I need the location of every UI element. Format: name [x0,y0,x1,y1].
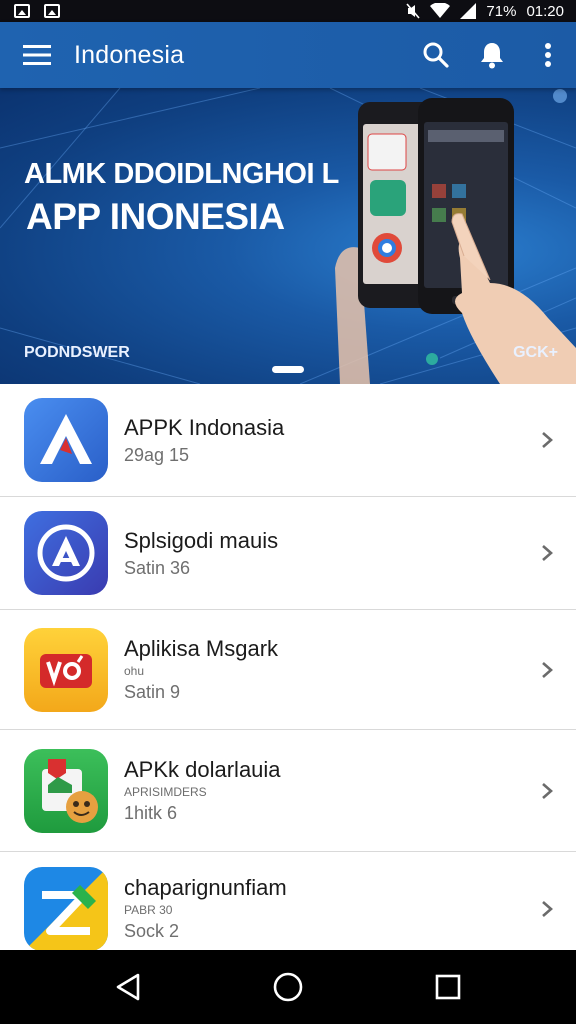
bell-icon [481,43,503,69]
chevron-right-icon [542,782,553,799]
app-subtitle: ohu [124,664,145,678]
list-item[interactable]: Splsigodi mauis Satin 36 [0,497,576,610]
list-item[interactable]: APPK Indonasia 29ag 15 [0,384,576,497]
carousel-indicator[interactable] [272,366,304,373]
mute-icon [406,3,421,19]
app-name: APKk dolarlauia [124,757,281,782]
app-name: Aplikisa Msgark [124,636,279,661]
app-info: Splsigodi mauis Satin 36 [124,497,278,609]
notifications-button[interactable] [464,22,520,88]
list-item[interactable]: APKk dolarlauia APRISIMDERS 1hitk 6 [0,730,576,852]
app-meta: 1hitk 6 [124,803,178,823]
search-button[interactable] [408,22,464,88]
promo-banner[interactable]: ALMK DDOIDLNGHOI L APP INONESIA PODNDSWE… [0,88,576,384]
menu-icon [23,45,51,65]
chevron-right-icon [542,661,553,678]
home-icon [273,972,303,1002]
app-info: APPK Indonasia 29ag 15 [124,384,284,496]
banner-footer-left: PODNDSWER [24,344,130,361]
navigation-bar [0,950,576,1024]
wifi-icon [430,3,451,18]
more-vert-icon [545,43,551,67]
recents-button[interactable] [418,957,478,1017]
banner-footer-right: GCK+ [513,344,558,361]
banner-title-line1: ALMK DDOIDLNGHOI L [24,158,339,190]
circle-a-icon [24,511,108,595]
app-list: APPK Indonasia 29ag 15 Splsigodi mauis S… [0,384,576,950]
app-info: Aplikisa Msgark ohu Satin 9 [124,610,278,729]
status-left [14,4,60,18]
banner-title-line2: APP INONESIA [26,196,285,237]
home-button[interactable] [258,957,318,1017]
menu-button[interactable] [0,22,74,88]
search-icon [423,42,449,68]
list-item[interactable]: Aplikisa Msgark ohu Satin 9 [0,610,576,730]
clock-text: 01:20 [526,2,564,20]
more-button[interactable] [520,22,576,88]
app-title: Indonesia [74,40,185,69]
app-bar: Indonesia [0,22,576,88]
list-item[interactable]: chaparignunfiam PABR 30 Sock 2 [0,852,576,950]
chevron-right-icon [542,900,553,917]
app-info: APKk dolarlauia APRISIMDERS 1hitk 6 [124,730,281,851]
colorful-z-icon [24,866,108,950]
status-bar: 71% 01:20 [0,0,576,22]
chevron-right-icon [542,432,553,448]
battery-text: 71% [486,2,517,20]
app-info: chaparignunfiam PABR 30 Sock 2 [124,852,287,950]
app-meta: Satin 9 [124,682,181,702]
app-meta: Satin 36 [124,557,191,578]
red-a-icon [24,398,108,482]
vo-icon [24,627,108,712]
app-meta: Sock 2 [124,921,180,941]
signal-icon [460,3,477,19]
app-name: Splsigodi mauis [124,527,279,553]
app-subtitle: APRISIMDERS [124,785,207,799]
app-subtitle: PABR 30 [124,903,173,917]
recents-icon [435,974,461,1000]
chevron-right-icon [542,545,553,561]
green-mascot-icon [24,748,108,833]
status-right: 71% 01:20 [406,3,564,20]
back-icon [116,973,140,1001]
photo-notification-icon [14,4,30,18]
back-button[interactable] [98,957,158,1017]
gallery-notification-icon [44,4,60,18]
app-name: chaparignunfiam [124,875,287,900]
app-name: APPK Indonasia [124,414,285,440]
app-meta: 29ag 15 [124,444,190,465]
